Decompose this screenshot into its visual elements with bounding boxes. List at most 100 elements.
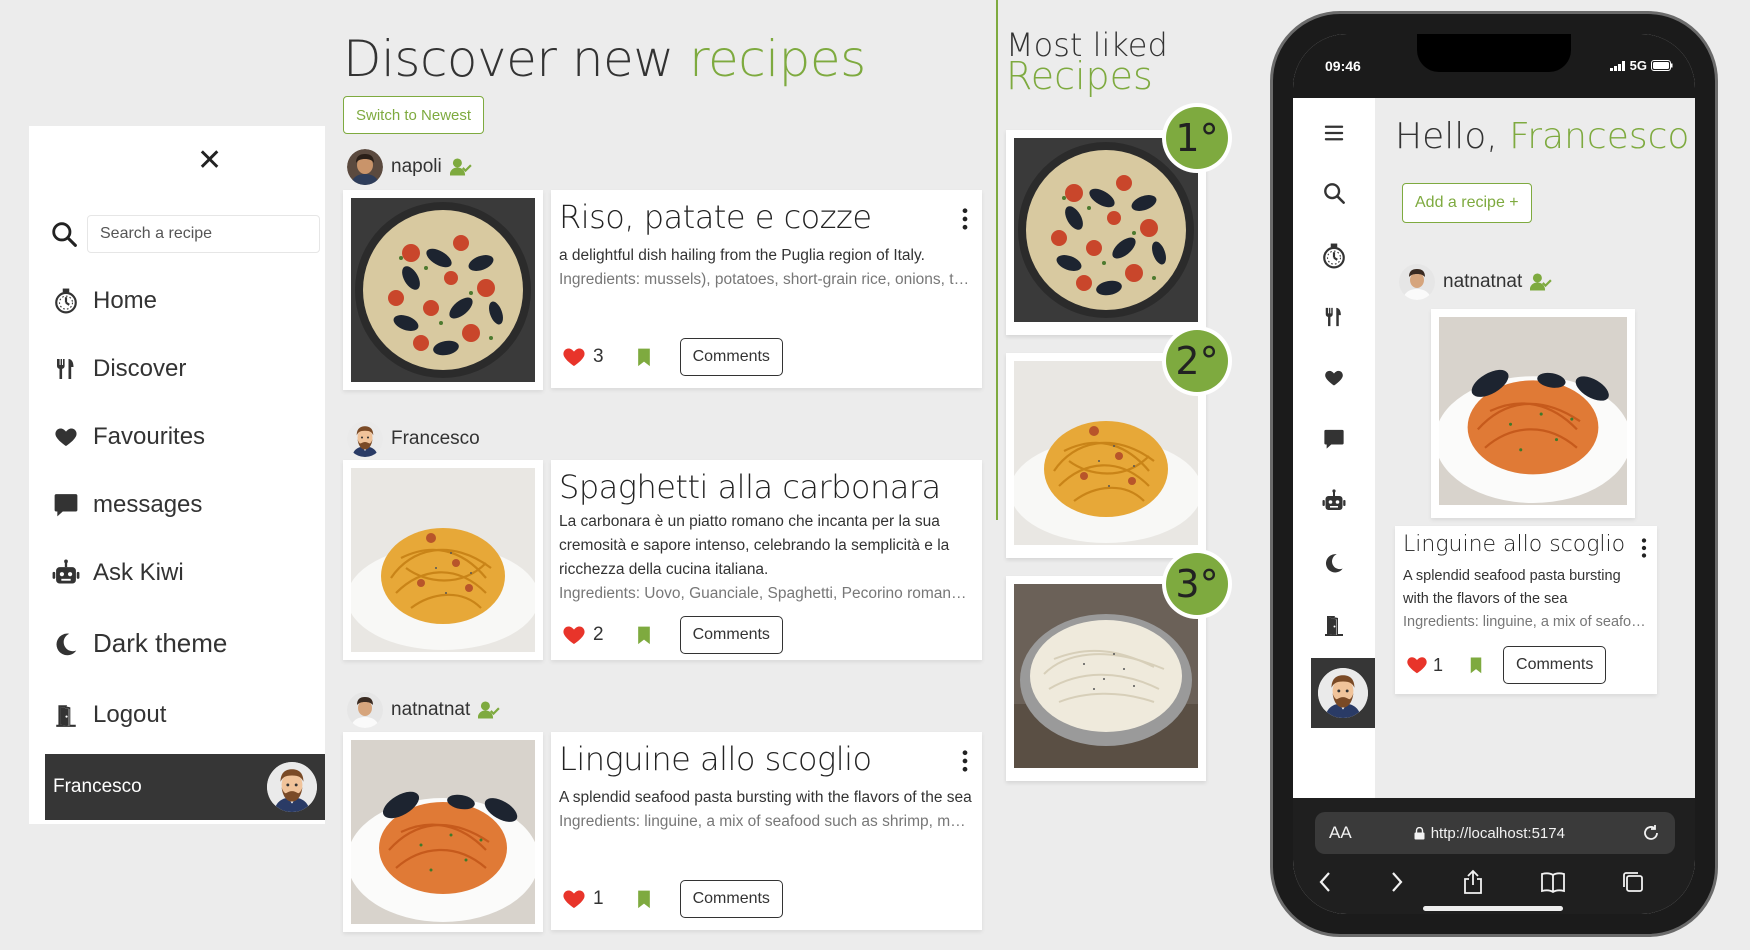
bookmark-icon[interactable] xyxy=(634,623,654,647)
comments-button[interactable]: Comments xyxy=(679,616,783,654)
greeting: Hello, Francesco xyxy=(1395,116,1689,157)
signal-icon xyxy=(1609,60,1625,71)
bookmark-icon[interactable] xyxy=(634,887,654,911)
sidebar-item-messages[interactable]: messages xyxy=(51,490,202,520)
post-author[interactable]: Francesco xyxy=(347,421,480,457)
home-indicator xyxy=(1423,906,1563,911)
sidebar-item-logout[interactable]: Logout xyxy=(51,700,166,730)
tabs-icon[interactable] xyxy=(1619,868,1647,896)
rank-badge: 3° xyxy=(1166,553,1228,615)
post-author[interactable]: natnatnat xyxy=(1399,264,1552,300)
address-bar[interactable]: AA http://localhost:5174 xyxy=(1315,812,1675,854)
heart-icon[interactable] xyxy=(1319,363,1349,393)
more-options-icon[interactable] xyxy=(962,208,968,230)
like-heart-icon[interactable] xyxy=(561,887,587,911)
comments-button[interactable]: Comments xyxy=(679,338,783,376)
author-avatar xyxy=(347,421,383,457)
recipe-image[interactable] xyxy=(343,732,543,932)
recipe-card: Linguine allo scoglio A splendid seafood… xyxy=(551,732,982,930)
door-icon[interactable] xyxy=(1319,610,1349,640)
recipe-title[interactable]: Linguine allo scoglio xyxy=(1403,532,1649,557)
sidebar-item-discover[interactable]: Discover xyxy=(51,354,186,384)
recipe-image[interactable] xyxy=(343,190,543,390)
like-heart-icon[interactable] xyxy=(1405,654,1429,676)
switch-to-newest-button[interactable]: Switch to Newest xyxy=(343,96,485,134)
recipe-image[interactable] xyxy=(1431,309,1635,518)
recipe-actions: 2 Comments xyxy=(561,616,783,654)
back-icon[interactable] xyxy=(1311,868,1339,896)
sidebar-item-ask-kiwi[interactable]: Ask Kiwi xyxy=(51,558,184,588)
phone-user-avatar[interactable] xyxy=(1311,658,1375,728)
recipe-ingredients: Ingredients: linguine, a mix of seafood … xyxy=(559,813,974,830)
share-icon[interactable] xyxy=(1459,868,1487,896)
stopwatch-icon xyxy=(51,286,81,316)
browser-toolbar: AA http://localhost:5174 xyxy=(1293,798,1695,914)
sidebar-item-dark-theme[interactable]: Dark theme xyxy=(51,628,227,659)
author-name: Francesco xyxy=(391,428,480,449)
like-heart-icon[interactable] xyxy=(561,623,587,647)
sidebar-item-label: messages xyxy=(93,491,203,518)
bookmark-icon[interactable] xyxy=(634,345,654,369)
search-input[interactable] xyxy=(87,215,320,253)
utensils-icon[interactable] xyxy=(1319,302,1349,332)
recipe-image[interactable] xyxy=(343,460,543,660)
follow-user-icon[interactable] xyxy=(450,158,472,176)
moon-icon[interactable] xyxy=(1319,548,1349,578)
text-size-button[interactable]: AA xyxy=(1329,823,1352,843)
add-recipe-button[interactable]: Add a recipe + xyxy=(1402,183,1532,223)
recipe-title[interactable]: Linguine allo scoglio xyxy=(559,740,974,778)
follow-user-icon[interactable] xyxy=(1530,273,1552,291)
page-title: Discover new recipes xyxy=(343,30,866,88)
recipe-description: A splendid seafood pasta bursting with t… xyxy=(1403,568,1621,607)
moon-icon xyxy=(51,629,81,659)
recipe-card: Riso, patate e cozze a delightful dish h… xyxy=(551,190,982,388)
robot-icon[interactable] xyxy=(1319,486,1349,516)
message-icon xyxy=(51,490,81,520)
follow-user-icon[interactable] xyxy=(478,701,500,719)
search-row xyxy=(51,214,320,254)
bookmarks-icon[interactable] xyxy=(1539,868,1567,896)
most-liked-subtitle: Recipes xyxy=(1006,54,1153,98)
bookmark-icon[interactable] xyxy=(1467,654,1485,676)
user-profile-bar[interactable]: Francesco xyxy=(45,754,325,820)
search-icon[interactable] xyxy=(1319,178,1349,208)
url-field[interactable]: http://localhost:5174 xyxy=(1414,825,1565,842)
recipe-title[interactable]: Riso, patate e cozze xyxy=(559,198,974,236)
recipe-card: Linguine allo scoglio A splendid seafood… xyxy=(1395,526,1657,694)
utensils-icon xyxy=(51,354,81,384)
author-avatar xyxy=(347,692,383,728)
message-icon[interactable] xyxy=(1319,424,1349,454)
close-icon[interactable]: ✕ xyxy=(197,146,222,176)
post-author[interactable]: natnatnat xyxy=(347,692,500,728)
page-title-highlight: recipes xyxy=(689,30,866,88)
like-count: 2 xyxy=(593,624,604,645)
sidebar-item-favourites[interactable]: Favourites xyxy=(51,422,205,452)
comments-button[interactable]: Comments xyxy=(679,880,783,918)
status-time: 09:46 xyxy=(1325,58,1361,74)
url-text: http://localhost:5174 xyxy=(1430,824,1565,842)
recipe-ingredients: Ingredients: Uovo, Guanciale, Spaghetti,… xyxy=(559,585,974,602)
recipe-title[interactable]: Spaghetti alla carbonara xyxy=(559,468,974,506)
robot-icon xyxy=(51,558,81,588)
recipe-actions: 1 Comments xyxy=(1405,646,1607,684)
author-avatar xyxy=(1399,264,1435,300)
like-heart-icon[interactable] xyxy=(561,345,587,369)
more-options-icon[interactable] xyxy=(1641,538,1647,558)
menu-icon[interactable] xyxy=(1319,118,1349,148)
rank-badge: 1° xyxy=(1166,107,1228,169)
search-icon[interactable] xyxy=(51,219,77,249)
post-author[interactable]: napoli xyxy=(347,149,472,185)
comments-button[interactable]: Comments xyxy=(1503,646,1607,684)
sidebar-item-label: Ask Kiwi xyxy=(93,559,184,586)
more-options-icon[interactable] xyxy=(962,750,968,772)
recipe-description: A splendid seafood pasta bursting with t… xyxy=(559,789,972,806)
forward-icon[interactable] xyxy=(1383,868,1411,896)
sidebar-item-label: Favourites xyxy=(93,423,206,450)
author-avatar xyxy=(347,149,383,185)
author-name: napoli xyxy=(391,156,442,177)
sidebar-item-home[interactable]: Home xyxy=(51,286,157,316)
reload-icon[interactable] xyxy=(1641,823,1661,843)
stopwatch-icon[interactable] xyxy=(1319,241,1349,271)
greeting-user-name: Francesco xyxy=(1509,116,1690,157)
divider-line xyxy=(996,0,998,520)
